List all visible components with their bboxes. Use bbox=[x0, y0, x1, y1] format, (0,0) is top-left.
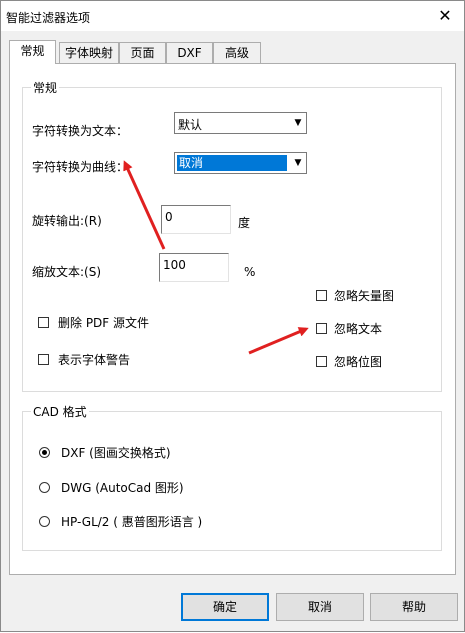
general-group: 常规 字符转换为文本： 默认 ▼ 字符转换为曲线： 取消 ▼ 旋转输出:(R) … bbox=[22, 79, 442, 392]
text-to-curve-combo[interactable]: 取消 ▼ bbox=[174, 152, 307, 174]
rotate-unit: 度 bbox=[238, 216, 251, 230]
scale-unit: % bbox=[244, 265, 256, 279]
tab-font-mapping[interactable]: 字体映射 bbox=[59, 42, 119, 63]
text-to-text-combo[interactable]: 默认 ▼ bbox=[174, 112, 307, 134]
general-group-label: 常规 bbox=[31, 79, 60, 96]
ok-button[interactable]: 确定 bbox=[181, 593, 269, 621]
text-to-curve-label: 字符转换为曲线： bbox=[32, 160, 129, 174]
tab-panel-general: 常规 字符转换为文本： 默认 ▼ 字符转换为曲线： 取消 ▼ 旋转输出:(R) … bbox=[9, 63, 456, 575]
cad-group-label: CAD 格式 bbox=[31, 403, 89, 420]
scale-label: 缩放文本:(S) bbox=[32, 265, 102, 279]
tab-dxf[interactable]: DXF bbox=[166, 42, 213, 63]
rotate-input[interactable]: 0 bbox=[161, 205, 231, 234]
tab-advanced[interactable]: 高级 bbox=[213, 42, 261, 63]
tab-general[interactable]: 常规 bbox=[9, 40, 56, 64]
radio-dwg-label: DWG (AutoCad 图形) bbox=[61, 481, 184, 495]
scale-input[interactable]: 100 bbox=[159, 253, 229, 282]
radio-dxf-label: DXF (图画交换格式) bbox=[61, 446, 171, 460]
chevron-down-icon[interactable]: ▼ bbox=[289, 153, 306, 173]
ignore-text-checkbox[interactable] bbox=[316, 323, 327, 334]
window-title: 智能过滤器选项 bbox=[6, 11, 91, 25]
text-to-text-value: 默认 bbox=[178, 118, 203, 132]
font-warning-label: 表示字体警告 bbox=[58, 353, 131, 367]
cancel-button[interactable]: 取消 bbox=[276, 593, 364, 621]
delete-pdf-checkbox[interactable] bbox=[38, 317, 49, 328]
text-to-text-label: 字符转换为文本： bbox=[32, 124, 129, 138]
ignore-bitmap-checkbox[interactable] bbox=[316, 356, 327, 367]
radio-hpgl-label: HP-GL/2 ( 惠普图形语言 ) bbox=[61, 515, 203, 529]
ignore-bitmap-label: 忽略位图 bbox=[334, 355, 383, 369]
help-button[interactable]: 帮助 bbox=[370, 593, 458, 621]
radio-hpgl[interactable] bbox=[39, 516, 50, 527]
close-icon[interactable]: ✕ bbox=[426, 1, 464, 31]
radio-dxf[interactable] bbox=[39, 447, 50, 458]
ignore-text-label: 忽略文本 bbox=[334, 322, 383, 336]
radio-dwg[interactable] bbox=[39, 482, 50, 493]
title-bar: 智能过滤器选项 ✕ bbox=[1, 1, 464, 31]
dialog-window: 智能过滤器选项 ✕ 常规 字体映射 页面 DXF 高级 常规 字符转换为文本： … bbox=[0, 0, 465, 632]
delete-pdf-label: 删除 PDF 源文件 bbox=[58, 316, 150, 330]
rotate-value: 0 bbox=[165, 210, 173, 224]
tab-page[interactable]: 页面 bbox=[119, 42, 166, 63]
font-warning-checkbox[interactable] bbox=[38, 354, 49, 365]
ignore-vector-label: 忽略矢量图 bbox=[334, 289, 395, 303]
scale-value: 100 bbox=[163, 258, 186, 272]
chevron-down-icon[interactable]: ▼ bbox=[289, 113, 306, 133]
rotate-label: 旋转输出:(R) bbox=[32, 214, 102, 228]
cad-format-group: CAD 格式 DXF (图画交换格式) DWG (AutoCad 图形) HP-… bbox=[22, 403, 442, 551]
ignore-vector-checkbox[interactable] bbox=[316, 290, 327, 301]
text-to-curve-value: 取消 bbox=[177, 155, 287, 171]
